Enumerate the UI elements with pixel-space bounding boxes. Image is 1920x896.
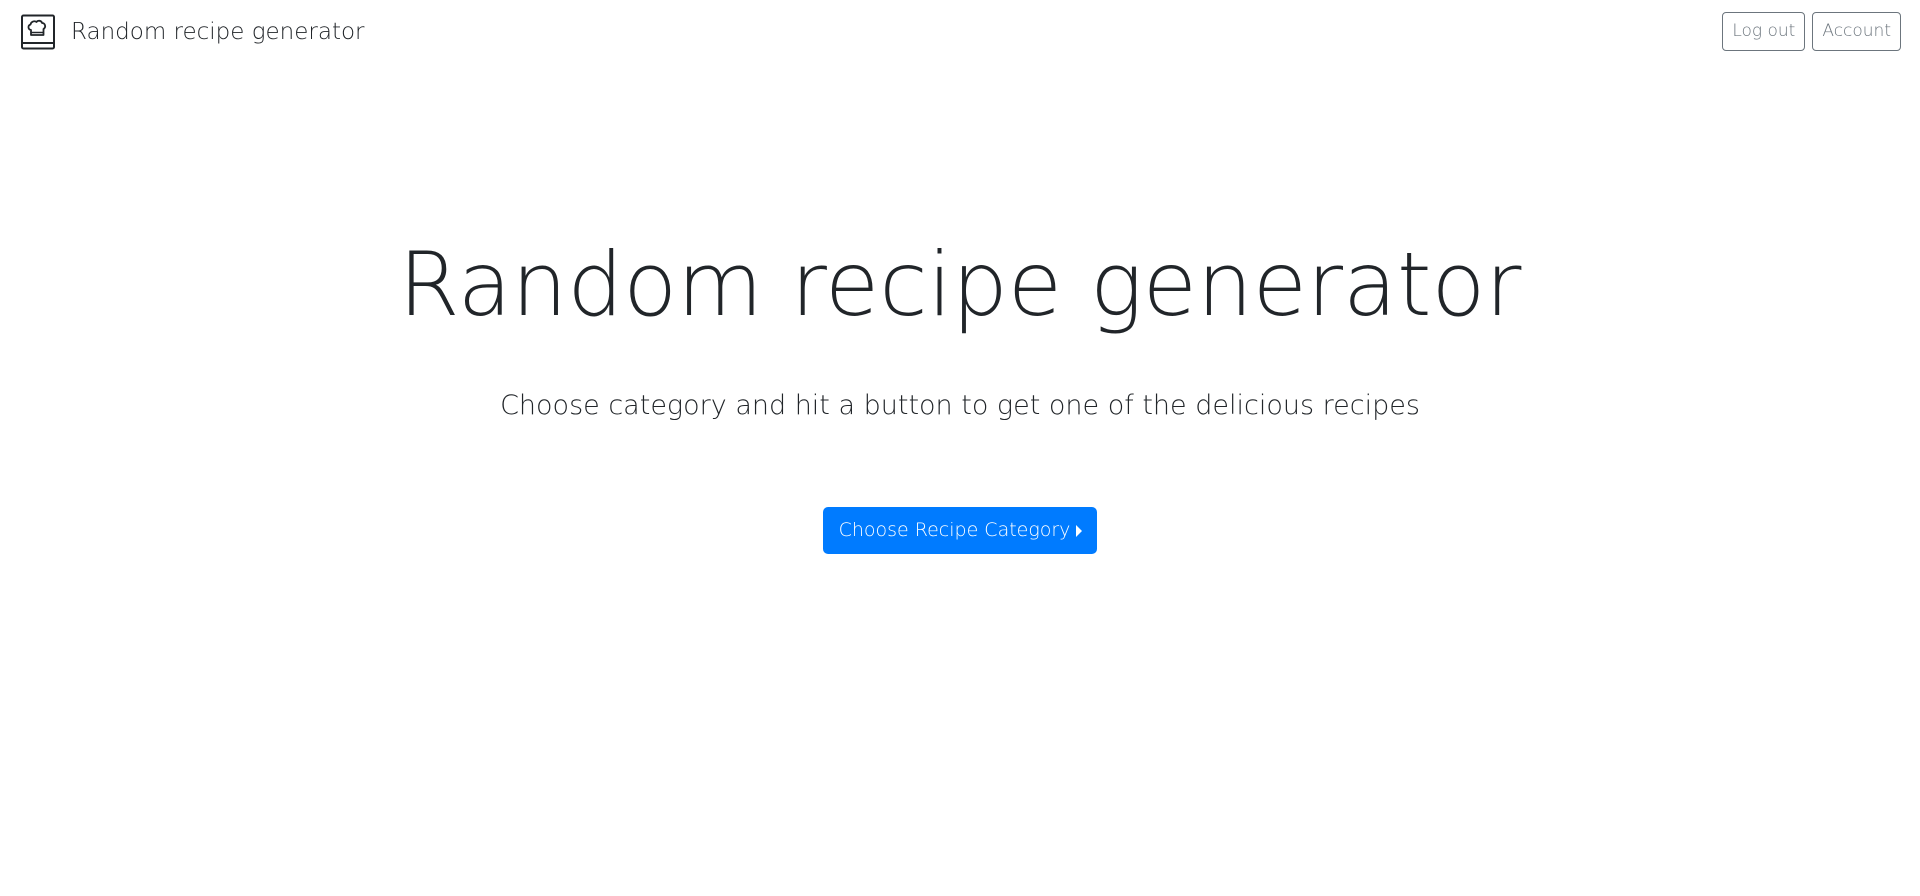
brand-link[interactable]: Random recipe generator xyxy=(20,14,365,50)
cta-container: Choose Recipe Category xyxy=(0,507,1920,554)
choose-recipe-category-label: Choose Recipe Category xyxy=(838,519,1071,541)
recipe-book-icon xyxy=(20,14,57,51)
brand-title: Random recipe generator xyxy=(71,19,365,45)
account-button[interactable]: Account xyxy=(1812,12,1901,51)
logout-button[interactable]: Log out xyxy=(1722,12,1806,51)
caret-right-icon xyxy=(1076,524,1083,537)
page-title: Random recipe generator xyxy=(398,233,1522,336)
nav-actions: Log out Account xyxy=(1722,12,1901,51)
navbar: Random recipe generator Log out Account xyxy=(0,0,1920,66)
hero-lead-text: Choose category and hit a button to get … xyxy=(500,390,1420,421)
choose-recipe-category-button[interactable]: Choose Recipe Category xyxy=(822,507,1098,554)
